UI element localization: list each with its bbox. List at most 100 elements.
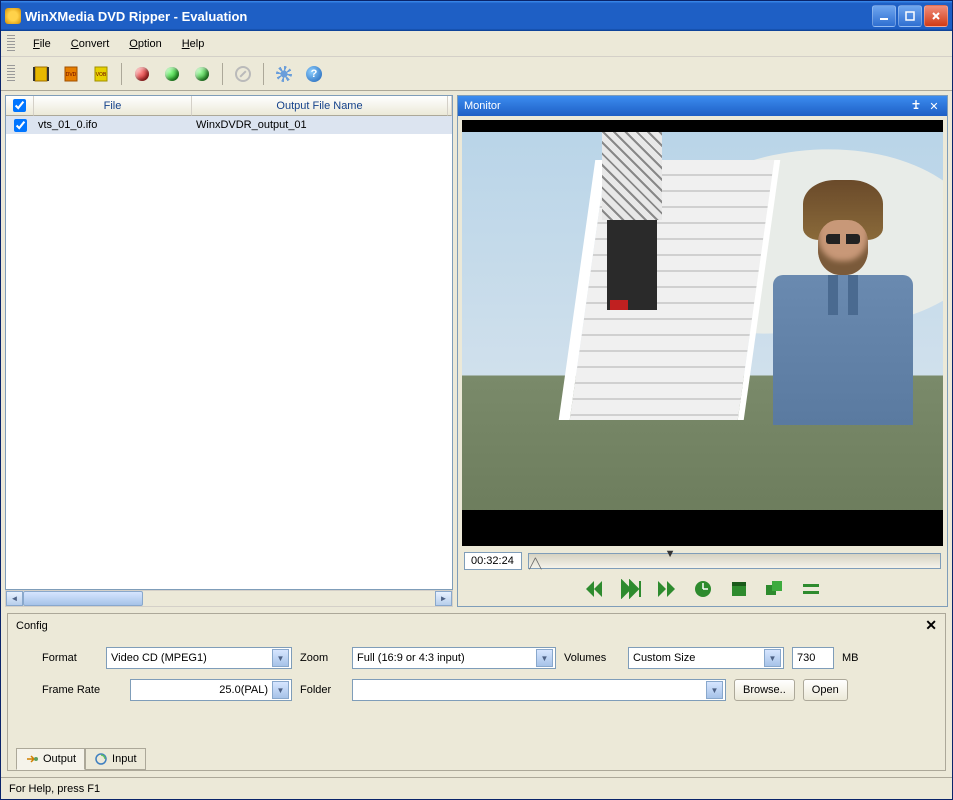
header-output[interactable]: Output File Name [192,96,448,116]
row-checkbox[interactable] [14,119,27,132]
config-body: Format Video CD (MPEG1)▼ Zoom Full (16:9… [8,637,945,748]
monitor-box: Monitor ✕ [457,95,948,607]
seek-row: 00:32:24 ▼ ╱╲ [458,550,947,572]
volumes-combo[interactable]: Custom Size▼ [628,647,784,669]
gear-icon [276,66,292,82]
file-list-panel: File Output File Name vts_01_0.ifo WinxD… [5,95,453,607]
scroll-track[interactable] [23,591,435,606]
chevron-down-icon: ▼ [706,681,723,699]
toolbar-grip[interactable] [7,65,15,83]
menubar: File Convert Option Help [1,31,952,57]
status-text: For Help, press F1 [9,783,100,795]
tab-output-label: Output [43,753,76,765]
open-dvd-button[interactable]: DVD [59,62,83,86]
table-body: vts_01_0.ifo WinxDVDR_output_01 [6,116,452,589]
menu-file[interactable]: File [23,35,61,53]
monitor-panel: Monitor ✕ [457,95,948,607]
settings-button[interactable] [272,62,296,86]
fastforward-button[interactable] [654,578,680,600]
open-button[interactable]: Open [803,679,848,701]
config-panel: Config ✕ Format Video CD (MPEG1)▼ Zoom F… [7,613,946,771]
toolbar-separator [121,63,122,85]
help-button[interactable]: ? [302,62,326,86]
close-button[interactable] [924,5,948,27]
scroll-thumb[interactable] [23,591,143,606]
time-display: 00:32:24 [464,552,522,570]
chapter-button[interactable] [798,578,824,600]
transport-controls [458,572,947,606]
convert-button[interactable] [190,62,214,86]
monitor-title: Monitor [464,100,905,112]
prev-button[interactable] [582,578,608,600]
svg-text:DVD: DVD [66,72,77,78]
record-button[interactable] [130,62,154,86]
label-mb: MB [842,652,859,664]
toolbar-separator [263,63,264,85]
stop-icon [235,66,251,82]
window-title: WinXMedia DVD Ripper - Evaluation [25,9,872,24]
folder-combo[interactable]: ▼ [352,679,726,701]
horizontal-scrollbar[interactable]: ◄ ► [5,590,453,607]
main-area: File Output File Name vts_01_0.ifo WinxD… [1,91,952,611]
help-icon: ? [306,66,322,82]
config-row-1: Format Video CD (MPEG1)▼ Zoom Full (16:9… [42,647,929,669]
tab-input-label: Input [112,753,136,765]
titlebar[interactable]: WinXMedia DVD Ripper - Evaluation [1,1,952,31]
menu-option[interactable]: Option [119,35,171,53]
tab-output[interactable]: Output [16,748,85,770]
app-window: WinXMedia DVD Ripper - Evaluation File C… [0,0,953,800]
snapshot-button[interactable] [690,578,716,600]
header-file[interactable]: File [34,96,192,116]
seek-handle-icon[interactable]: ╱╲ [529,559,541,570]
browse-button[interactable]: Browse.. [734,679,795,701]
header-extra[interactable] [448,96,452,116]
pin-icon[interactable] [909,99,923,113]
label-format: Format [42,652,98,664]
header-checkbox[interactable] [6,96,34,116]
menubar-grip[interactable] [7,35,15,53]
select-all-checkbox[interactable] [13,99,26,112]
play-button[interactable] [160,62,184,86]
chevron-down-icon: ▼ [272,681,289,699]
chevron-down-icon: ▼ [536,649,553,667]
window-controls [872,5,948,27]
monitor-titlebar[interactable]: Monitor ✕ [458,96,947,116]
monitor-close-icon[interactable]: ✕ [927,99,941,113]
output-icon [25,752,39,766]
mark-out-button[interactable] [762,578,788,600]
tab-input[interactable]: Input [85,748,145,770]
volume-size-input[interactable] [792,647,834,669]
zoom-combo[interactable]: Full (16:9 or 4:3 input)▼ [352,647,556,669]
next-button[interactable] [618,578,644,600]
label-volumes: Volumes [564,652,620,664]
table-header: File Output File Name [6,96,452,116]
scroll-left-button[interactable]: ◄ [6,591,23,606]
open-file-button[interactable] [29,62,53,86]
label-folder: Folder [300,684,344,696]
format-combo[interactable]: Video CD (MPEG1)▼ [106,647,292,669]
scroll-right-button[interactable]: ► [435,591,452,606]
mark-in-button[interactable] [726,578,752,600]
framerate-combo[interactable]: 25.0(PAL)▼ [130,679,292,701]
config-titlebar: Config ✕ [8,614,945,637]
seek-marker-icon[interactable]: ▼ [665,548,676,560]
label-zoom: Zoom [300,652,344,664]
minimize-button[interactable] [872,5,896,27]
chevron-down-icon: ▼ [764,649,781,667]
menu-convert[interactable]: Convert [61,35,120,53]
app-icon [5,8,21,24]
toolbar: DVD VOB ? [1,57,952,91]
input-icon [94,752,108,766]
cell-output: WinxDVDR_output_01 [192,119,448,131]
seek-slider[interactable]: ▼ ╱╲ [528,553,941,569]
video-preview[interactable] [462,120,943,546]
config-title: Config [16,620,925,632]
chevron-down-icon: ▼ [272,649,289,667]
open-vob-button[interactable]: VOB [89,62,113,86]
stop-button[interactable] [231,62,255,86]
config-row-2: Frame Rate 25.0(PAL)▼ Folder ▼ Browse.. … [42,679,929,701]
config-close-icon[interactable]: ✕ [925,617,937,634]
maximize-button[interactable] [898,5,922,27]
table-row[interactable]: vts_01_0.ifo WinxDVDR_output_01 [6,116,452,134]
menu-help[interactable]: Help [172,35,215,53]
